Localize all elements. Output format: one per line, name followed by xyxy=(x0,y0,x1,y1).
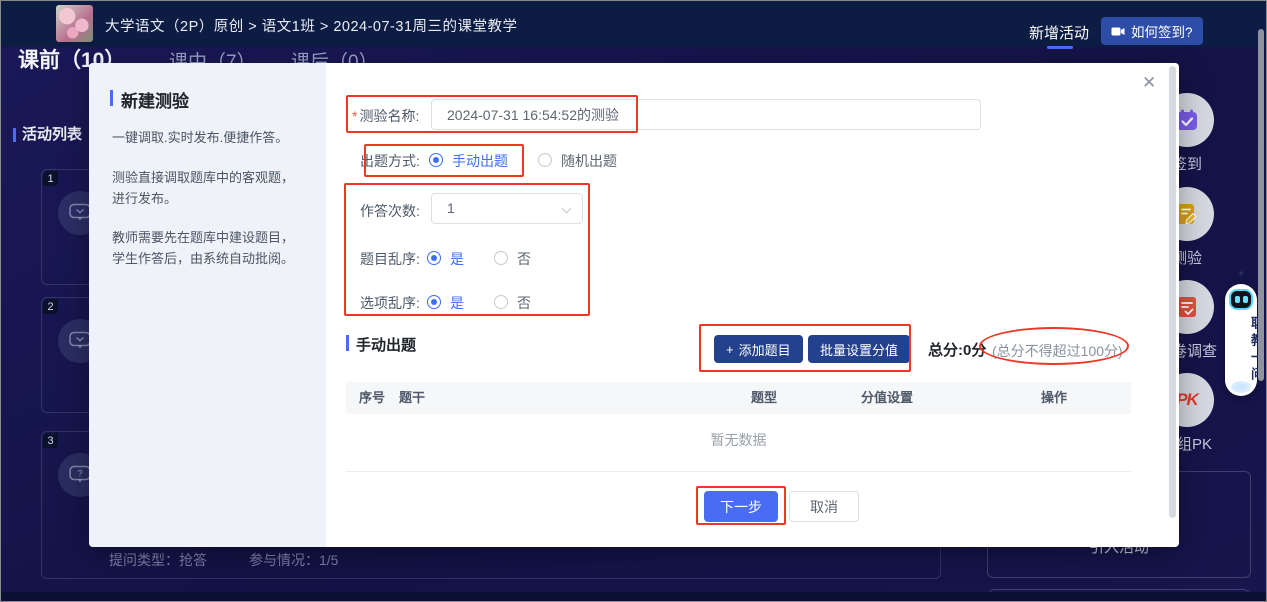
empty-table-text: 暂无数据 xyxy=(346,430,1131,450)
sparkle-icon: ✦ xyxy=(1237,269,1245,280)
manual-section-title: 手动出题 xyxy=(356,334,416,355)
batch-score-button[interactable]: 批量设置分值 xyxy=(808,335,910,363)
new-quiz-modal: 新建测验 一键调取.实时发布.便捷作答。 测验直接调取题库中的客观题，进行发布。… xyxy=(89,63,1179,547)
participation-label: 参与情况：1/5 xyxy=(249,550,338,570)
modal-scrollbar[interactable] xyxy=(1169,66,1176,518)
new-activity-nav[interactable]: 新增活动 xyxy=(1029,22,1089,43)
robot-eye xyxy=(1243,296,1248,303)
question-type-label: 提问类型：抢答 xyxy=(109,550,207,570)
total-score: 总分:0分 xyxy=(928,339,986,360)
required-mark: * xyxy=(352,108,357,124)
card3-footer: 提问类型：抢答 参与情况：1/5 xyxy=(109,550,338,570)
col-stem: 题干 xyxy=(399,382,425,414)
radio-shuffle-o-no[interactable] xyxy=(494,295,508,309)
card-number-badge: 3 xyxy=(43,433,58,448)
section-accent-bar xyxy=(346,335,349,351)
next-step-button[interactable]: 下一步 xyxy=(704,491,778,522)
radio-random[interactable] xyxy=(538,153,552,167)
col-type: 题型 xyxy=(751,382,777,414)
radio-shuffle-o-yes-label[interactable]: 是 xyxy=(450,293,464,313)
col-score: 分值设置 xyxy=(861,382,913,414)
card-number-badge: 2 xyxy=(43,299,58,314)
course-thumbnail xyxy=(56,5,93,42)
attempts-select[interactable]: 1 xyxy=(431,193,583,224)
radio-shuffle-o-yes[interactable] xyxy=(427,295,441,309)
question-table-header: 序号 题干 题型 分值设置 操作 xyxy=(346,382,1131,414)
modal-desc-2: 测验直接调取题库中的客观题，进行发布。 xyxy=(112,167,304,209)
radio-shuffle-q-yes[interactable] xyxy=(427,251,441,265)
chevron-down-icon xyxy=(562,204,572,214)
cancel-button[interactable]: 取消 xyxy=(789,491,859,522)
total-score-hint: (总分不得超过100分) xyxy=(992,341,1123,361)
shuffle-option-label: 选项乱序: xyxy=(360,293,420,313)
batch-score-label: 批量设置分值 xyxy=(820,340,898,359)
radio-shuffle-q-yes-label[interactable]: 是 xyxy=(450,249,464,269)
shuffle-question-label: 题目乱序: xyxy=(360,249,420,269)
attempts-label: 作答次数: xyxy=(360,201,420,221)
activity-list-title: 活动列表 xyxy=(22,123,82,144)
pk-icon: PK xyxy=(1176,390,1198,410)
svg-text:?: ? xyxy=(77,469,82,479)
modal-left-panel: 新建测验 一键调取.实时发布.便捷作答。 测验直接调取题库中的客观题，进行发布。… xyxy=(89,63,326,547)
bottom-bar xyxy=(1,592,1266,602)
robot-eye xyxy=(1235,296,1240,303)
camera-icon xyxy=(1111,26,1125,37)
how-checkin-button[interactable]: 如何签到? xyxy=(1101,17,1203,45)
plus-icon: + xyxy=(726,342,734,357)
window-scrollbar[interactable] xyxy=(1258,29,1264,381)
close-icon[interactable]: ✕ xyxy=(1142,73,1156,93)
attempts-value: 1 xyxy=(447,200,455,216)
radio-shuffle-o-no-label[interactable]: 否 xyxy=(517,293,531,313)
app-window: 大学语文（2P）原创 > 语文1班 > 2024-07-31周三的课堂教学 新增… xyxy=(0,0,1267,602)
col-index: 序号 xyxy=(359,382,385,414)
radio-manual-label[interactable]: 手动出题 xyxy=(452,151,508,171)
quiz-name-label: *测验名称: xyxy=(352,106,419,126)
radio-manual[interactable] xyxy=(429,153,443,167)
new-activity-underline xyxy=(1047,46,1073,49)
quiz-name-input[interactable] xyxy=(431,99,981,130)
radio-shuffle-q-no-label[interactable]: 否 xyxy=(517,249,531,269)
title-accent-bar xyxy=(110,90,113,106)
radio-shuffle-q-no[interactable] xyxy=(494,251,508,265)
activity-list-bar xyxy=(13,128,16,142)
radio-random-label[interactable]: 随机出题 xyxy=(561,151,617,171)
breadcrumb: 大学语文（2P）原创 > 语文1班 > 2024-07-31周三的课堂教学 xyxy=(105,15,518,36)
how-checkin-label: 如何签到? xyxy=(1131,21,1193,41)
card-number-badge: 1 xyxy=(43,171,58,186)
modal-title: 新建测验 xyxy=(121,87,189,112)
assistant-widget[interactable]: 职教一问 xyxy=(1225,284,1257,396)
modal-desc-1: 一键调取.实时发布.便捷作答。 xyxy=(112,127,304,148)
add-question-label: 添加题目 xyxy=(739,340,791,359)
robot-icon xyxy=(1229,289,1253,310)
mode-label: 出题方式: xyxy=(360,151,420,171)
add-question-button[interactable]: + 添加题目 xyxy=(714,335,803,363)
robot-blob-decoration xyxy=(1231,381,1251,393)
modal-desc-3: 教师需要先在题库中建设题目，学生作答后，由系统自动批阅。 xyxy=(112,227,304,269)
footer-divider xyxy=(346,471,1131,472)
col-action: 操作 xyxy=(1041,382,1067,414)
